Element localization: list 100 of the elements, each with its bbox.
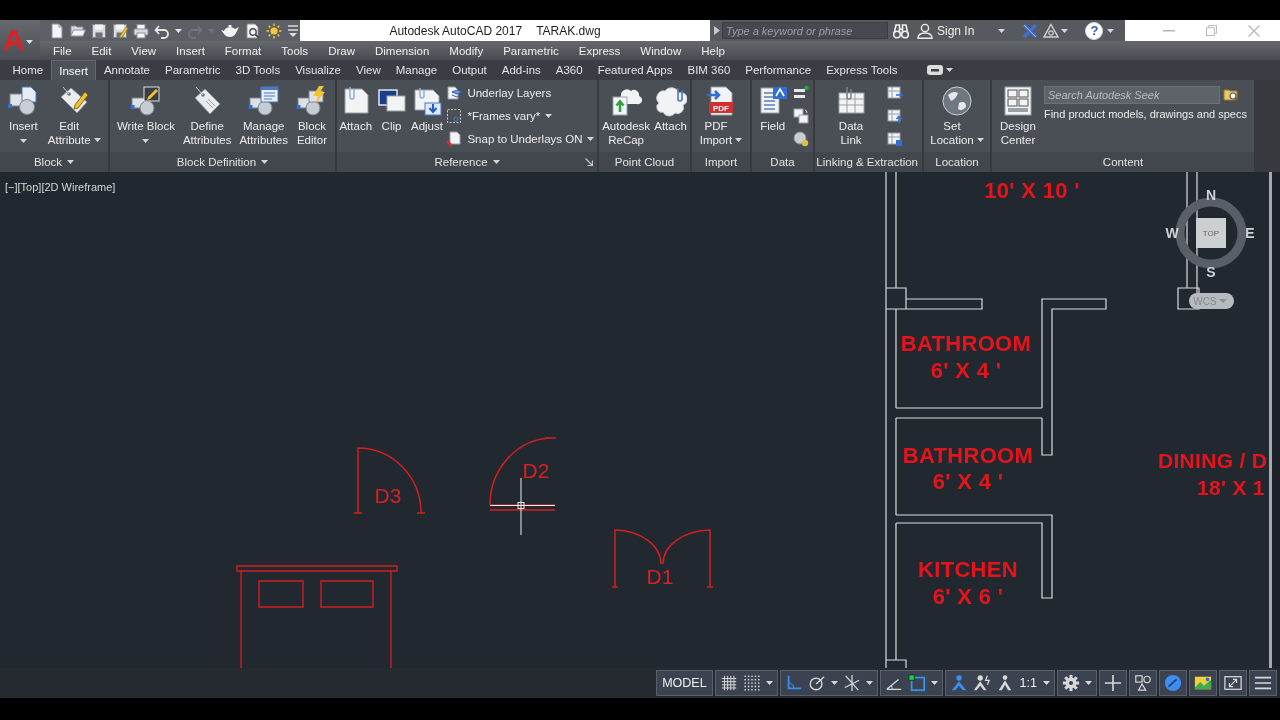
annotation-figure-icon[interactable] [949, 674, 968, 692]
menu-item[interactable]: Draw [318, 44, 365, 57]
viewport-control[interactable]: [−] [5, 181, 18, 193]
help-button[interactable]: ? [1085, 21, 1104, 40]
ribbon-small-button[interactable]: Snap to Underlays ON [445, 130, 596, 147]
caret-icon[interactable] [946, 68, 954, 72]
menu-item[interactable]: Insert [166, 44, 215, 57]
printer-icon[interactable] [133, 22, 149, 39]
x-mark-icon[interactable] [1022, 22, 1039, 39]
snap-square-icon[interactable] [907, 674, 926, 692]
ribbon-button[interactable]: Autodesk ReCap [601, 80, 652, 147]
expand-arrow-icon[interactable] [714, 26, 720, 35]
open-folder-icon[interactable] [70, 22, 86, 39]
ribbon-button[interactable]: Adjust [409, 80, 444, 134]
caret-icon[interactable] [1043, 681, 1050, 685]
sphere-icon[interactable] [793, 130, 810, 147]
shapes-outline-icon[interactable] [1134, 674, 1152, 692]
ribbon-tab[interactable]: Manage [388, 60, 445, 80]
dialog-launcher-icon[interactable] [585, 158, 593, 166]
ribbon-small-button[interactable]: Underlay Layers [445, 85, 596, 102]
annotation-scale-button[interactable]: 1:1 [1018, 676, 1038, 690]
caret-icon[interactable] [930, 681, 938, 685]
menu-icon[interactable] [1254, 674, 1272, 692]
ribbon-button[interactable]: Attach [338, 80, 374, 134]
circle-angle-icon[interactable] [807, 674, 826, 692]
caret-icon[interactable] [765, 681, 773, 685]
triangle-icon[interactable] [1043, 22, 1060, 39]
ribbon-tab[interactable]: 3D Tools [228, 60, 288, 80]
ribbon-panel-title[interactable]: Block Definition [176, 156, 269, 168]
table-arrow-icon[interactable] [887, 85, 903, 102]
menu-item[interactable]: View [121, 44, 167, 57]
ribbon-tab[interactable]: A360 [548, 60, 591, 80]
ribbon-tab[interactable]: Annotate [96, 60, 158, 80]
menu-item[interactable]: Modify [439, 44, 494, 57]
menu-item[interactable]: Dimension [364, 44, 440, 57]
ribbon-tab[interactable]: Add-ins [494, 60, 549, 80]
menu-item[interactable]: Tools [271, 44, 319, 57]
ribbon-button[interactable]: Set Location [929, 80, 985, 147]
caret-icon[interactable] [865, 681, 873, 685]
table-tree-icon[interactable] [887, 130, 903, 147]
compass-direction-label[interactable]: W [1165, 225, 1179, 241]
ribbon-tab[interactable]: Output [444, 60, 495, 80]
caret-icon[interactable] [830, 681, 838, 685]
ribbon-tab[interactable]: Home [5, 60, 51, 80]
ribbon-button[interactable]: Data Link [834, 80, 868, 147]
ribbon-button[interactable]: Field [755, 80, 790, 134]
ribbon-tab[interactable]: Performance [737, 60, 819, 80]
plus-icon[interactable] [1104, 674, 1122, 692]
isometric-lines-icon[interactable] [842, 674, 861, 692]
settings-icon[interactable] [1062, 674, 1080, 692]
ribbon-button[interactable]: PDF PDF Import [698, 80, 744, 147]
sun-icon[interactable] [266, 22, 282, 39]
ribbon-button[interactable]: Attach [653, 80, 688, 134]
ribbon-tab[interactable]: Parametric [157, 60, 229, 80]
ribbon-tab[interactable]: Insert [50, 60, 97, 80]
figure-lightning-icon[interactable] [972, 674, 991, 692]
caret-icon[interactable] [998, 28, 1006, 33]
table-upload-icon[interactable] [887, 108, 903, 124]
viewport-control[interactable]: [2D Wireframe] [41, 181, 116, 193]
ribbon-button[interactable]: Block Editor [295, 80, 329, 147]
save-icon[interactable] [91, 22, 107, 39]
compass-direction-label[interactable]: N [1205, 187, 1217, 203]
ribbon-tab[interactable]: Featured Apps [590, 60, 680, 80]
dot-grid-icon[interactable] [742, 674, 761, 692]
new-file-icon[interactable] [49, 22, 65, 39]
teapot-icon[interactable] [220, 22, 240, 39]
seek-search-field[interactable]: Search Autodesk Seek [1043, 86, 1220, 104]
caret-icon[interactable] [175, 28, 182, 33]
binoculars-icon[interactable] [893, 22, 909, 39]
fullscreen-icon[interactable] [1224, 674, 1242, 692]
ribbon-button[interactable]: Manage Attributes [238, 80, 289, 147]
menu-item[interactable]: Express [568, 44, 631, 57]
menu-item[interactable]: Format [214, 44, 272, 57]
compass-direction-label[interactable]: E [1245, 225, 1255, 241]
slashed-disc-icon[interactable] [1164, 674, 1182, 692]
help-search-field[interactable]: Type a keyword or phrase [722, 22, 888, 39]
picture-icon[interactable] [1194, 674, 1212, 692]
caret-icon[interactable] [1061, 28, 1069, 33]
ribbon-small-button[interactable]: *Frames vary* [445, 108, 596, 124]
ribbon-button[interactable]: Write Block [115, 80, 176, 143]
ribbon-button[interactable]: Insert [6, 80, 41, 143]
panel-toggle-icon[interactable] [927, 65, 944, 75]
menu-item[interactable]: Edit [81, 44, 122, 57]
ribbon-tab[interactable]: Visualize [287, 60, 349, 80]
ribbon-tab[interactable]: BIM 360 [679, 60, 738, 80]
grid-icon[interactable] [719, 674, 738, 692]
ribbon-panel-title[interactable]: Reference [434, 156, 500, 168]
ribbon-button[interactable]: Define Attributes [181, 80, 233, 147]
viewcube-face[interactable]: TOP [1196, 218, 1226, 248]
ribbon-tab[interactable]: View [348, 60, 389, 80]
search-icon[interactable] [1222, 87, 1239, 103]
menu-item[interactable]: Parametric [493, 44, 569, 57]
model-space-button[interactable]: MODEL [661, 676, 708, 690]
customize-menu-icon[interactable] [287, 23, 299, 38]
menu-item[interactable]: Help [691, 44, 735, 57]
compass-direction-label[interactable]: S [1206, 264, 1216, 280]
page-magnifier-icon[interactable] [245, 22, 261, 39]
ribbon-button[interactable]: Design Center [999, 80, 1037, 147]
ribbon-button[interactable]: Edit Attribute [46, 80, 102, 147]
viewport-control[interactable]: [Top] [17, 181, 42, 193]
